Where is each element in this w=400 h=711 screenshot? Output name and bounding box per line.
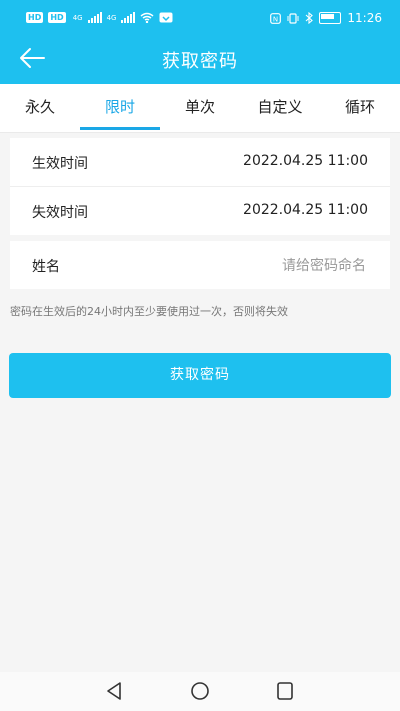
hd-badge: HD bbox=[48, 12, 66, 23]
vibrate-icon bbox=[287, 12, 299, 24]
tab-single-use[interactable]: 单次 bbox=[160, 84, 240, 132]
name-card: 姓名 bbox=[10, 241, 390, 289]
battery-icon bbox=[319, 12, 342, 24]
network-type-label: 4G bbox=[106, 13, 117, 22]
start-time-row[interactable]: 生效时间 2022.04.25 11:00 bbox=[10, 138, 390, 187]
signal-icon bbox=[121, 12, 136, 23]
system-nav-bar bbox=[0, 672, 400, 711]
hd-badge: HD bbox=[26, 12, 44, 23]
status-time: 11:26 bbox=[347, 11, 382, 25]
end-time-label: 失效时间 bbox=[32, 205, 88, 221]
tab-limited-time[interactable]: 限时 bbox=[80, 84, 160, 132]
time-settings-card: 生效时间 2022.04.25 11:00 失效时间 2022.04.25 11… bbox=[10, 138, 390, 235]
nfc-icon: N bbox=[270, 12, 282, 24]
status-bar-left: HD HD 4G 4G bbox=[26, 12, 173, 23]
bluetooth-icon bbox=[306, 12, 314, 24]
status-bar-right: N 11:26 bbox=[270, 11, 382, 25]
svg-text:N: N bbox=[273, 15, 278, 23]
app-header: HD HD 4G 4G N 11:26 获取密码 bbox=[0, 0, 400, 84]
password-name-input[interactable] bbox=[164, 253, 368, 279]
tab-custom[interactable]: 自定义 bbox=[240, 84, 320, 132]
name-label: 姓名 bbox=[32, 259, 60, 275]
tab-permanent[interactable]: 永久 bbox=[0, 84, 80, 132]
validity-hint: 密码在生效后的24小时内至少要使用过一次，否则将失效 bbox=[10, 305, 288, 318]
tab-cyclic[interactable]: 循环 bbox=[320, 84, 400, 132]
wifi-icon bbox=[140, 12, 154, 23]
page-title: 获取密码 bbox=[162, 51, 238, 72]
status-bar: HD HD 4G 4G N 11:26 bbox=[0, 0, 400, 36]
active-tab-indicator bbox=[80, 127, 160, 130]
back-triangle-icon[interactable] bbox=[105, 681, 123, 701]
start-time-value: 2022.04.25 11:00 bbox=[243, 153, 368, 169]
end-time-row[interactable]: 失效时间 2022.04.25 11:00 bbox=[10, 187, 390, 235]
home-circle-icon[interactable] bbox=[190, 681, 210, 701]
name-row: 姓名 bbox=[10, 241, 390, 289]
signal-icon bbox=[87, 12, 102, 23]
start-time-label: 生效时间 bbox=[32, 156, 88, 172]
card-icon bbox=[159, 12, 173, 23]
get-password-button[interactable]: 获取密码 bbox=[9, 353, 391, 398]
password-type-tabs: 永久 限时 单次 自定义 循环 bbox=[0, 84, 400, 133]
recents-square-icon[interactable] bbox=[276, 681, 294, 701]
end-time-value: 2022.04.25 11:00 bbox=[243, 202, 368, 218]
network-type-label: 4G bbox=[72, 13, 83, 22]
